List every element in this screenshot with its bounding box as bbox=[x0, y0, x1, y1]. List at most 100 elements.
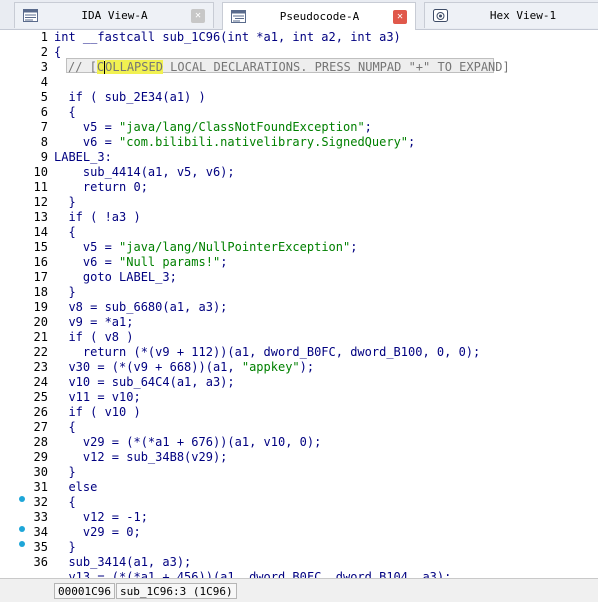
code-line[interactable]: 16 v6 = "Null params!"; bbox=[0, 255, 598, 270]
code-text: v30 = (*(v9 + 668))(a1, "appkey"); bbox=[54, 360, 315, 374]
line-number: 33 bbox=[33, 510, 48, 524]
tab-pseudocode-a[interactable]: Pseudocode-A ✕ bbox=[222, 2, 416, 30]
pseudocode-editor[interactable]: 1 int __fastcall sub_1C96(int *a1, int a2… bbox=[0, 30, 598, 578]
code-text: } bbox=[54, 540, 76, 554]
code-text: } bbox=[54, 195, 76, 209]
code-text: // [COLLAPSED LOCAL DECLARATIONS. PRESS … bbox=[68, 60, 510, 74]
code-text: else bbox=[54, 480, 98, 494]
code-line[interactable]: 7 v5 = "java/lang/ClassNotFoundException… bbox=[0, 120, 598, 135]
line-number: 18 bbox=[33, 285, 48, 299]
line-number: 19 bbox=[33, 300, 48, 314]
code-line[interactable]: 33 v12 = -1; bbox=[0, 510, 598, 525]
line-number: 31 bbox=[33, 480, 48, 494]
pseudocode-icon bbox=[231, 10, 246, 23]
close-tab-icon[interactable]: ✕ bbox=[393, 9, 407, 24]
code-line[interactable]: 31 else bbox=[0, 480, 598, 495]
code-line[interactable]: v13 = (*(*a1 + 456))(a1, dword_B0FC, dwo… bbox=[0, 570, 598, 578]
line-number: 7 bbox=[40, 120, 48, 134]
code-line[interactable]: 10 sub_4414(a1, v5, v6); bbox=[0, 165, 598, 180]
code-line[interactable]: 18 } bbox=[0, 285, 598, 300]
code-text: int __fastcall sub_1C96(int *a1, int a2,… bbox=[54, 30, 401, 44]
line-number: 17 bbox=[33, 270, 48, 284]
code-line[interactable]: 12 } bbox=[0, 195, 598, 210]
code-line[interactable]: 6 { bbox=[0, 105, 598, 120]
code-text: { bbox=[54, 495, 76, 509]
code-line[interactable]: 22 return (*(v9 + 112))(a1, dword_B0FC, … bbox=[0, 345, 598, 360]
code-line[interactable]: 35 } bbox=[0, 540, 598, 555]
line-number: 9 bbox=[40, 150, 48, 164]
code-line[interactable]: 14 { bbox=[0, 225, 598, 240]
line-number: 14 bbox=[33, 225, 48, 239]
line-number: 27 bbox=[33, 420, 48, 434]
code-line[interactable]: 28 v29 = (*(*a1 + 676))(a1, v10, 0); bbox=[0, 435, 598, 450]
code-line[interactable]: 5 if ( sub_2E34(a1) ) bbox=[0, 90, 598, 105]
line-number: 26 bbox=[33, 405, 48, 419]
tab-hex-view-1[interactable]: Hex View-1 bbox=[424, 2, 598, 28]
code-line[interactable]: 30 } bbox=[0, 465, 598, 480]
code-line[interactable]: 25 v11 = v10; bbox=[0, 390, 598, 405]
code-text: } bbox=[54, 285, 76, 299]
code-text: v12 = -1; bbox=[54, 510, 148, 524]
code-text: return (*(v9 + 112))(a1, dword_B0FC, dwo… bbox=[54, 345, 481, 359]
code-line[interactable]: 15 v5 = "java/lang/NullPointerException"… bbox=[0, 240, 598, 255]
code-text: return 0; bbox=[54, 180, 148, 194]
code-line[interactable]: 34 v29 = 0; bbox=[0, 525, 598, 540]
code-text: sub_4414(a1, v5, v6); bbox=[54, 165, 235, 179]
code-line[interactable]: 17 goto LABEL_3; bbox=[0, 270, 598, 285]
status-address: 00001C96 bbox=[54, 583, 115, 599]
line-number: 29 bbox=[33, 450, 48, 464]
code-line[interactable]: 36 sub_3414(a1, a3); bbox=[0, 555, 598, 570]
code-text: v5 = "java/lang/ClassNotFoundException"; bbox=[54, 120, 372, 134]
line-number: 1 bbox=[40, 30, 48, 44]
line-number: 6 bbox=[40, 105, 48, 119]
close-tab-icon[interactable]: ✕ bbox=[191, 8, 205, 23]
code-line[interactable]: 19 v8 = sub_6680(a1, a3); bbox=[0, 300, 598, 315]
code-text: v8 = sub_6680(a1, a3); bbox=[54, 300, 228, 314]
tab-ida-view-a[interactable]: IDA View-A ✕ bbox=[14, 2, 214, 28]
code-line[interactable]: 32 { bbox=[0, 495, 598, 510]
graph-view-icon bbox=[23, 9, 38, 22]
code-line[interactable]: 26 if ( v10 ) bbox=[0, 405, 598, 420]
code-text: { bbox=[54, 45, 62, 59]
line-number: 11 bbox=[33, 180, 48, 194]
code-text: v6 = "com.bilibili.nativelibrary.SignedQ… bbox=[54, 135, 416, 149]
code-line[interactable]: 29 v12 = sub_34B8(v29); bbox=[0, 450, 598, 465]
tab-label: Hex View-1 bbox=[489, 9, 557, 22]
code-line[interactable]: 9 LABEL_3: bbox=[0, 150, 598, 165]
code-text: sub_3414(a1, a3); bbox=[54, 555, 192, 569]
line-number: 8 bbox=[40, 135, 48, 149]
code-line[interactable]: 8 v6 = "com.bilibili.nativelibrary.Signe… bbox=[0, 135, 598, 150]
code-line[interactable]: 21 if ( v8 ) bbox=[0, 330, 598, 345]
code-text: { bbox=[54, 225, 76, 239]
tab-bar: IDA View-A ✕ Pseudocode-A ✕ Hex View-1 bbox=[0, 0, 598, 30]
code-text: if ( v8 ) bbox=[54, 330, 134, 344]
code-text: v29 = 0; bbox=[54, 525, 141, 539]
code-line[interactable]: 11 return 0; bbox=[0, 180, 598, 195]
code-text: if ( sub_2E34(a1) ) bbox=[54, 90, 206, 104]
code-line[interactable]: 2{ bbox=[0, 45, 598, 60]
line-number: 5 bbox=[40, 90, 48, 104]
code-line[interactable]: 3 // [COLLAPSED LOCAL DECLARATIONS. PRESS… bbox=[0, 60, 598, 75]
code-text: LABEL_3: bbox=[54, 150, 112, 164]
line-number: 3 bbox=[40, 60, 48, 74]
code-line[interactable]: 20 v9 = *a1; bbox=[0, 315, 598, 330]
code-line[interactable]: 1 int __fastcall sub_1C96(int *a1, int a2… bbox=[0, 30, 598, 45]
code-line[interactable]: 24 v10 = sub_64C4(a1, a3); bbox=[0, 375, 598, 390]
line-number: 24 bbox=[33, 375, 48, 389]
code-text: goto LABEL_3; bbox=[54, 270, 177, 284]
code-line[interactable]: 27 { bbox=[0, 420, 598, 435]
code-text: { bbox=[54, 105, 76, 119]
code-line[interactable]: 13 if ( !a3 ) bbox=[0, 210, 598, 225]
code-text: v6 = "Null params!"; bbox=[54, 255, 228, 269]
code-text: v9 = *a1; bbox=[54, 315, 134, 329]
code-text: if ( !a3 ) bbox=[54, 210, 141, 224]
code-text: v12 = sub_34B8(v29); bbox=[54, 450, 228, 464]
line-number: 34 bbox=[33, 525, 48, 539]
line-number: 32 bbox=[33, 495, 48, 509]
code-line[interactable]: 4 bbox=[0, 75, 598, 90]
code-line[interactable]: 23 v30 = (*(v9 + 668))(a1, "appkey"); bbox=[0, 360, 598, 375]
code-text: v29 = (*(*a1 + 676))(a1, v10, 0); bbox=[54, 435, 322, 449]
code-text: v11 = v10; bbox=[54, 390, 141, 404]
line-number: 36 bbox=[33, 555, 48, 569]
line-number: 2 bbox=[40, 45, 48, 59]
